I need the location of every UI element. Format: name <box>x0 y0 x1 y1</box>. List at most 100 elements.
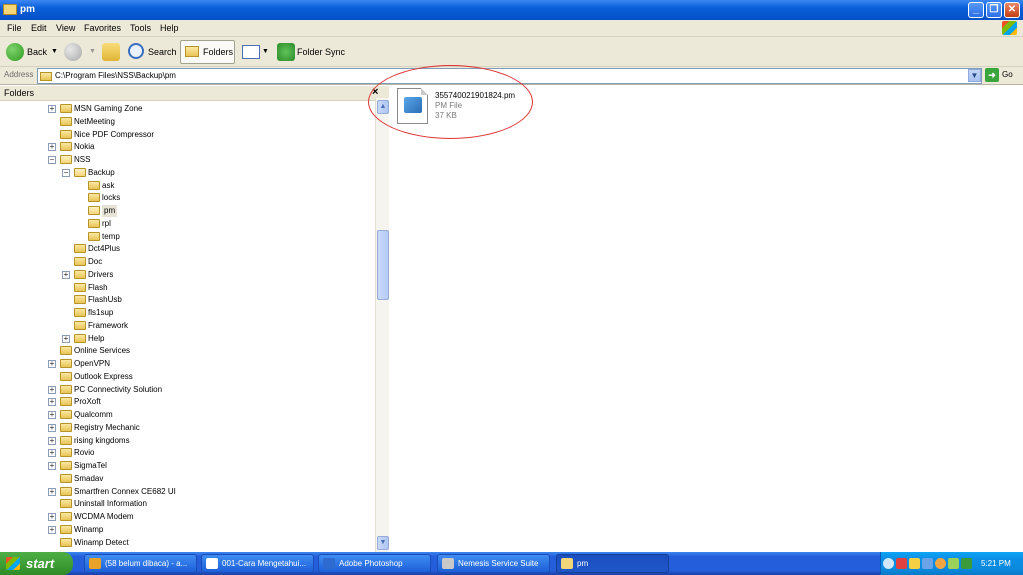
minimize-button[interactable]: _ <box>968 2 984 18</box>
tree-item[interactable]: + Rovio <box>0 447 375 459</box>
collapse-icon[interactable]: − <box>62 168 70 177</box>
address-dropdown-icon[interactable]: ▼ <box>968 69 981 82</box>
search-icon[interactable] <box>128 43 144 59</box>
tree-item[interactable]: Online Services <box>0 345 375 357</box>
folder-sync-button[interactable]: Folder Sync <box>297 42 345 62</box>
expand-icon[interactable]: + <box>48 411 56 419</box>
folder-icon <box>60 371 72 381</box>
expand-icon[interactable]: + <box>62 334 70 343</box>
tree-item[interactable]: + Help <box>0 333 375 345</box>
tree-item[interactable]: locks <box>0 192 375 204</box>
tree-item[interactable]: + rising kingdoms <box>0 435 375 447</box>
expand-icon[interactable]: + <box>48 525 56 534</box>
expand-icon[interactable]: + <box>48 436 56 445</box>
expand-icon[interactable]: + <box>48 449 56 458</box>
expand-icon[interactable]: + <box>48 385 56 394</box>
folder-icon <box>60 448 72 458</box>
menu-favorites[interactable]: Favorites <box>84 23 121 33</box>
scroll-thumb[interactable] <box>377 230 389 300</box>
menu-tools[interactable]: Tools <box>130 23 151 33</box>
vertical-scrollbar[interactable]: ▲ ▼ <box>375 98 389 552</box>
forward-arrow-icon[interactable] <box>64 43 82 61</box>
expand-icon[interactable]: + <box>48 360 56 368</box>
taskbar-item-label: pm <box>577 559 589 568</box>
tree-item[interactable]: Nice PDF Compressor <box>0 129 375 141</box>
taskbar-item-nemesis[interactable]: Nemesis Service Suite <box>437 554 550 573</box>
tree-item[interactable]: + Qualcomm <box>0 409 375 421</box>
taskbar-item-document[interactable]: 001-Cara Mengetahui... <box>201 554 314 573</box>
tree-item[interactable]: + Drivers <box>0 269 375 281</box>
tree-item[interactable]: temp <box>0 231 375 243</box>
tree-item[interactable]: Outlook Express <box>0 371 375 383</box>
tree-item[interactable]: rpl <box>0 218 375 230</box>
tree-item[interactable]: Uninstall Information <box>0 498 375 510</box>
tree-item[interactable]: + OpenVPN <box>0 358 375 370</box>
app-tray-icon[interactable] <box>948 558 959 569</box>
file-size: 37 KB <box>435 111 457 120</box>
tree-item[interactable]: ask <box>0 180 375 192</box>
expand-icon[interactable]: + <box>62 270 70 279</box>
menu-view[interactable]: View <box>56 23 75 33</box>
collapse-icon[interactable]: − <box>48 156 56 164</box>
taskbar-item-browser[interactable]: (58 belum dibaca) - a... <box>84 554 197 573</box>
messenger-icon[interactable] <box>909 558 920 569</box>
sync-tray-icon[interactable] <box>961 558 972 569</box>
go-button[interactable]: Go <box>1002 70 1013 79</box>
tree-item[interactable]: − NSS <box>0 154 375 166</box>
back-dropdown-icon[interactable]: ▼ <box>51 42 58 62</box>
search-button[interactable]: Search <box>148 42 177 62</box>
back-arrow-icon[interactable] <box>6 43 24 61</box>
taskbar-item-pm[interactable]: pm <box>556 554 669 573</box>
tree-item[interactable]: + ProXoft <box>0 396 375 408</box>
expand-icon[interactable]: + <box>48 462 56 470</box>
folder-sync-icon[interactable] <box>277 43 295 61</box>
tray-expand-icon[interactable] <box>883 558 894 569</box>
close-button[interactable]: ✕ <box>1004 2 1020 18</box>
tree-item[interactable]: Dct4Plus <box>0 243 375 255</box>
expand-icon[interactable]: + <box>48 143 56 152</box>
tree-item[interactable]: Doc <box>0 256 375 268</box>
maximize-button[interactable]: ❐ <box>986 2 1002 18</box>
pm-file-icon[interactable] <box>397 88 428 124</box>
smiley-icon[interactable] <box>935 558 946 569</box>
menu-file[interactable]: File <box>7 23 22 33</box>
tree-item[interactable]: + PC Connectivity Solution <box>0 384 375 396</box>
tree-item[interactable]: NetMeeting <box>0 116 375 128</box>
views-icon[interactable] <box>242 45 260 59</box>
tree-item[interactable]: + Registry Mechanic <box>0 422 375 434</box>
network-icon[interactable] <box>922 558 933 569</box>
tree-item[interactable]: FlashUsb <box>0 294 375 306</box>
scroll-down-icon[interactable]: ▼ <box>377 536 389 550</box>
tree-item[interactable]: Smadav <box>0 473 375 485</box>
expand-icon[interactable]: + <box>48 105 56 113</box>
up-folder-icon[interactable] <box>102 43 120 61</box>
tree-item[interactable]: + SigmaTel <box>0 460 375 472</box>
start-button[interactable]: start <box>0 552 73 575</box>
menu-help[interactable]: Help <box>160 23 179 33</box>
go-arrow-icon[interactable]: ➜ <box>985 68 999 82</box>
folders-button[interactable]: Folders <box>180 40 235 64</box>
menu-edit[interactable]: Edit <box>31 23 47 33</box>
tree-item[interactable]: Flash <box>0 282 375 294</box>
antivirus-icon[interactable] <box>896 558 907 569</box>
tree-item[interactable]: + Smartfren Connex CE682 UI <box>0 486 375 498</box>
tree-item[interactable]: − Backup <box>0 167 375 179</box>
tree-item[interactable]: + Nokia <box>0 141 375 153</box>
views-dropdown-icon[interactable]: ▼ <box>262 42 269 62</box>
tree-item[interactable]: Framework <box>0 320 375 332</box>
forward-dropdown-icon[interactable]: ▼ <box>89 42 96 62</box>
file-name[interactable]: 355740021901824.pm <box>435 91 515 100</box>
expand-icon[interactable]: + <box>48 487 56 496</box>
windows-logo-icon <box>1002 21 1017 35</box>
tree-item[interactable]: + Winamp <box>0 524 375 536</box>
expand-icon[interactable]: + <box>48 513 56 521</box>
expand-icon[interactable]: + <box>48 398 56 407</box>
back-button[interactable]: Back <box>27 42 47 62</box>
tree-item[interactable]: fls1sup <box>0 307 375 319</box>
tree-item[interactable]: pm <box>0 205 375 217</box>
tree-item[interactable]: Winamp Detect <box>0 537 375 549</box>
tree-item[interactable]: + MSN Gaming Zone <box>0 103 375 115</box>
expand-icon[interactable]: + <box>48 423 56 432</box>
tree-item[interactable]: + WCDMA Modem <box>0 511 375 523</box>
taskbar-item-photoshop[interactable]: Adobe Photoshop <box>318 554 431 573</box>
